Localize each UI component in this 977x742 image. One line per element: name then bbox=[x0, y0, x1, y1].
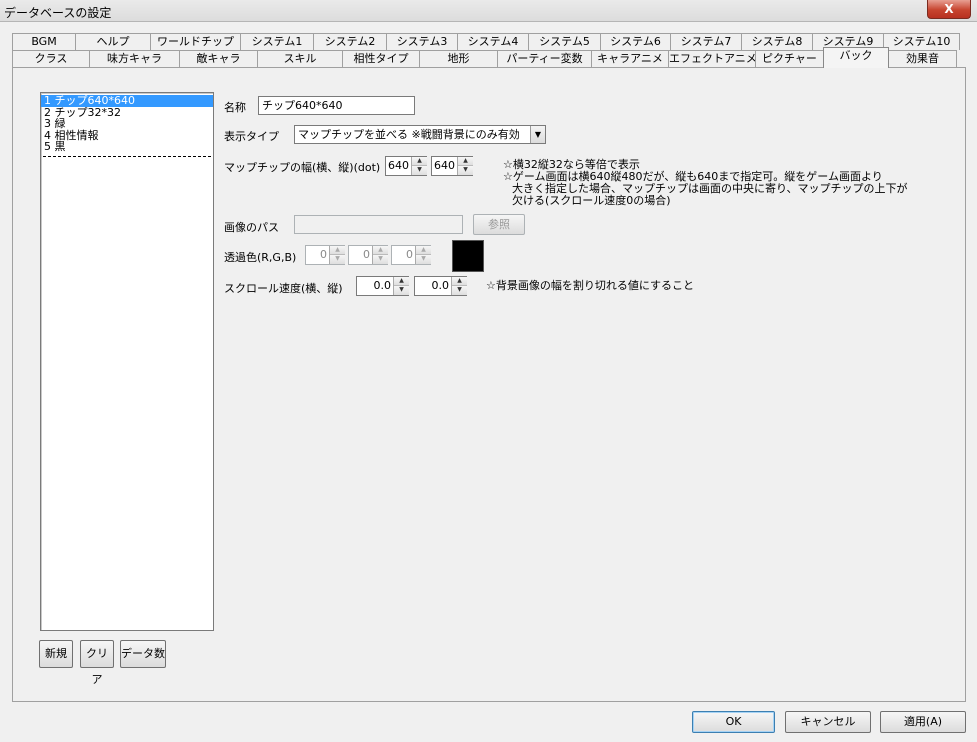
chip-height-stepper[interactable]: 640 ▲ ▼ bbox=[431, 156, 473, 176]
tab-system3[interactable]: システム3 bbox=[386, 33, 458, 50]
scroll-y-stepper[interactable]: 0.0 ▲ ▼ bbox=[414, 276, 467, 296]
browse-button[interactable]: 参照 bbox=[473, 214, 525, 235]
tab-system7[interactable]: システム7 bbox=[670, 33, 742, 50]
tab-chara-anime[interactable]: キャラアニメ bbox=[591, 50, 669, 67]
transparent-color-swatch[interactable] bbox=[452, 240, 484, 272]
chip-height-value: 640 bbox=[434, 159, 455, 172]
scroll-speed-label: スクロール速度(横、縦) bbox=[224, 282, 343, 295]
tab-world-chip[interactable]: ワールドチップ bbox=[150, 33, 241, 50]
tab-help[interactable]: ヘルプ bbox=[75, 33, 151, 50]
tab-party-variable[interactable]: パーティー変数 bbox=[497, 50, 592, 67]
scroll-y-value: 0.0 bbox=[431, 279, 450, 292]
spin-up-icon[interactable]: ▲ bbox=[373, 246, 388, 255]
tab-row-1: BGM ヘルプ ワールドチップ システム1 システム2 システム3 システム4 … bbox=[12, 33, 960, 50]
tab-effect-anime[interactable]: エフェクトアニメ bbox=[668, 50, 756, 67]
tab-system6[interactable]: システム6 bbox=[600, 33, 671, 50]
scroll-x-value: 0.0 bbox=[373, 279, 392, 292]
trans-r-stepper[interactable]: 0 ▲ ▼ bbox=[305, 245, 345, 265]
ok-button[interactable]: OK bbox=[692, 711, 775, 733]
spin-down-icon[interactable]: ▼ bbox=[394, 286, 409, 295]
image-path-input[interactable] bbox=[294, 215, 463, 234]
trans-b-stepper[interactable]: 0 ▲ ▼ bbox=[391, 245, 431, 265]
tab-enemy-chara[interactable]: 敵キャラ bbox=[179, 50, 258, 67]
spin-up-icon[interactable]: ▲ bbox=[458, 157, 473, 166]
tab-system5[interactable]: システム5 bbox=[528, 33, 601, 50]
spin-down-icon[interactable]: ▼ bbox=[412, 166, 427, 175]
list-item[interactable]: 2 チップ32*32 bbox=[41, 107, 213, 119]
chip-size-label: マップチップの幅(横、縦)(dot) bbox=[224, 161, 381, 174]
tab-system8[interactable]: システム8 bbox=[741, 33, 813, 50]
tab-bgm[interactable]: BGM bbox=[12, 33, 76, 50]
trans-g-stepper[interactable]: 0 ▲ ▼ bbox=[348, 245, 388, 265]
close-icon: X bbox=[944, 2, 954, 16]
trans-b-value: 0 bbox=[406, 248, 413, 261]
tab-sound-effect[interactable]: 効果音 bbox=[888, 50, 957, 67]
cancel-button[interactable]: キャンセル bbox=[785, 711, 871, 733]
close-button[interactable]: X bbox=[927, 0, 971, 19]
tab-system4[interactable]: システム4 bbox=[457, 33, 529, 50]
tab-row-2: クラス 味方キャラ 敵キャラ スキル 相性タイプ 地形 パーティー変数 キャラア… bbox=[12, 47, 957, 68]
list-item[interactable]: 5 黒 bbox=[41, 141, 213, 153]
list-item[interactable]: 4 相性情報 bbox=[41, 130, 213, 142]
tab-back[interactable]: バック bbox=[823, 47, 889, 68]
display-type-select[interactable]: マップチップを並べる ※戦闘背景にのみ有効 ▼ bbox=[294, 125, 546, 144]
list-item[interactable]: 1 チップ640*640 bbox=[41, 95, 213, 107]
data-count-button[interactable]: データ数 bbox=[120, 640, 166, 668]
tab-system2[interactable]: システム2 bbox=[313, 33, 387, 50]
spin-down-icon[interactable]: ▼ bbox=[373, 255, 388, 264]
tab-system1[interactable]: システム1 bbox=[240, 33, 314, 50]
trans-r-value: 0 bbox=[320, 248, 327, 261]
display-type-value: マップチップを並べる ※戦闘背景にのみ有効 bbox=[298, 128, 520, 141]
spin-down-icon[interactable]: ▼ bbox=[330, 255, 345, 264]
tab-affinity-type[interactable]: 相性タイプ bbox=[342, 50, 420, 67]
spin-down-icon[interactable]: ▼ bbox=[458, 166, 473, 175]
apply-button[interactable]: 適用(A) bbox=[880, 711, 966, 733]
window-title: データベースの設定 bbox=[4, 6, 112, 20]
trans-g-value: 0 bbox=[363, 248, 370, 261]
image-path-label: 画像のパス bbox=[224, 221, 279, 234]
new-button[interactable]: 新規 bbox=[39, 640, 73, 668]
chip-size-notes: ☆横32縦32なら等倍で表示 ☆ゲーム画面は横640縦480だが、縦も640まで… bbox=[503, 158, 908, 207]
display-type-label: 表示タイプ bbox=[224, 130, 279, 143]
transparent-color-label: 透過色(R,G,B) bbox=[224, 251, 297, 264]
list-item[interactable]: 3 緑 bbox=[41, 118, 213, 130]
spin-up-icon[interactable]: ▲ bbox=[394, 277, 409, 286]
spin-up-icon[interactable]: ▲ bbox=[330, 246, 345, 255]
name-label: 名称 bbox=[224, 101, 246, 114]
tab-terrain[interactable]: 地形 bbox=[419, 50, 498, 67]
tab-picture[interactable]: ピクチャー bbox=[755, 50, 824, 67]
scroll-speed-note: ☆背景画像の幅を割り切れる値にすること bbox=[486, 279, 694, 292]
list-end-separator bbox=[43, 155, 211, 157]
name-input[interactable]: チップ640*640 bbox=[258, 96, 415, 115]
spin-up-icon[interactable]: ▲ bbox=[452, 277, 467, 286]
spin-up-icon[interactable]: ▲ bbox=[416, 246, 431, 255]
chip-width-value: 640 bbox=[388, 159, 409, 172]
clear-button[interactable]: クリア bbox=[80, 640, 114, 686]
tab-skill[interactable]: スキル bbox=[257, 50, 343, 67]
chevron-down-icon: ▼ bbox=[530, 126, 545, 143]
tab-ally-chara[interactable]: 味方キャラ bbox=[89, 50, 180, 67]
chip-width-stepper[interactable]: 640 ▲ ▼ bbox=[385, 156, 427, 176]
tab-system10[interactable]: システム10 bbox=[883, 33, 960, 50]
spin-down-icon[interactable]: ▼ bbox=[452, 286, 467, 295]
tab-class[interactable]: クラス bbox=[12, 50, 90, 67]
data-listbox[interactable]: 1 チップ640*640 2 チップ32*32 3 緑 4 相性情報 5 黒 bbox=[40, 92, 214, 631]
spin-down-icon[interactable]: ▼ bbox=[416, 255, 431, 264]
spin-up-icon[interactable]: ▲ bbox=[412, 157, 427, 166]
title-bar: データベースの設定 X bbox=[0, 0, 977, 22]
scroll-x-stepper[interactable]: 0.0 ▲ ▼ bbox=[356, 276, 409, 296]
